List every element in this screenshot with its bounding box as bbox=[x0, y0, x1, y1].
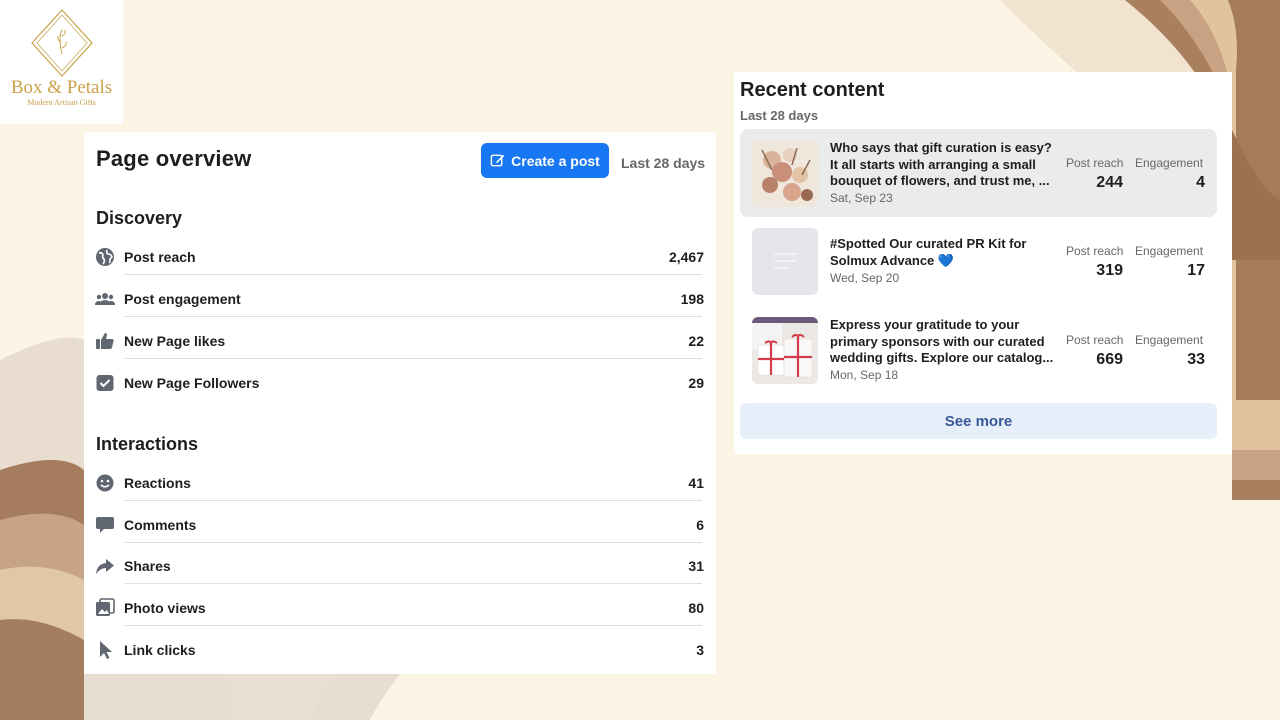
page-overview-card: Page overview Create a post Last 28 days… bbox=[84, 132, 716, 674]
share-arrow-icon bbox=[94, 556, 115, 577]
people-icon bbox=[94, 289, 115, 310]
metric-row-link-clicks[interactable]: Link clicks 3 bbox=[94, 638, 704, 662]
row-divider bbox=[124, 625, 702, 626]
post-thumbnail bbox=[752, 317, 818, 384]
post-reach-header: Post reach bbox=[1066, 244, 1124, 258]
row-divider bbox=[124, 500, 702, 501]
post-row[interactable]: Express your gratitude to your primary s… bbox=[740, 306, 1217, 394]
metric-row-reactions[interactable]: Reactions 41 bbox=[94, 471, 704, 501]
recent-content-card: Recent content Last 28 days Who says tha… bbox=[734, 72, 1232, 454]
metric-row-new-page-likes[interactable]: New Page likes 22 bbox=[94, 329, 704, 359]
discovery-title: Discovery bbox=[96, 208, 183, 228]
create-post-label: Create a post bbox=[511, 152, 600, 169]
row-divider bbox=[124, 358, 702, 359]
metric-row-post-reach[interactable]: Post reach 2,467 bbox=[94, 245, 704, 275]
post-reach-value: 669 bbox=[1096, 351, 1123, 368]
row-divider bbox=[124, 274, 702, 275]
engagement-header: Engagement bbox=[1135, 244, 1204, 258]
followers-check-icon bbox=[94, 373, 115, 394]
globe-icon bbox=[94, 247, 115, 268]
row-divider bbox=[124, 583, 702, 584]
comment-bubble-icon bbox=[94, 515, 115, 536]
metric-label: Comments bbox=[124, 517, 197, 533]
post-row[interactable]: Who says that gift curation is easy? It … bbox=[740, 129, 1217, 217]
interactions-title: Interactions bbox=[96, 434, 199, 454]
photos-icon bbox=[94, 598, 115, 619]
post-thumbnail-placeholder bbox=[752, 228, 818, 295]
create-post-button[interactable]: Create a post bbox=[481, 143, 609, 178]
metric-value: 29 bbox=[688, 375, 704, 391]
post-reach-value: 244 bbox=[1096, 174, 1123, 191]
post-reach-header: Post reach bbox=[1066, 156, 1124, 170]
thumbs-up-icon bbox=[94, 331, 115, 352]
metric-label: Shares bbox=[124, 558, 171, 574]
post-thumbnail bbox=[752, 140, 818, 207]
metric-value: 2,467 bbox=[668, 249, 704, 265]
row-divider bbox=[124, 542, 702, 543]
recent-content-range: Last 28 days bbox=[740, 108, 819, 123]
post-row[interactable]: #Spotted Our curated PR Kit for Solmux A… bbox=[740, 218, 1217, 306]
metric-value: 80 bbox=[688, 600, 704, 616]
engagement-header: Engagement bbox=[1135, 333, 1204, 347]
metric-value: 41 bbox=[688, 475, 704, 491]
metric-row-comments[interactable]: Comments 6 bbox=[94, 513, 704, 543]
metric-row-post-engagement[interactable]: Post engagement 198 bbox=[94, 287, 704, 317]
brand-name: Box & Petals bbox=[10, 77, 113, 98]
post-reach-header: Post reach bbox=[1066, 333, 1124, 347]
post-date: Sat, Sep 23 bbox=[830, 191, 893, 205]
overview-date-range[interactable]: Last 28 days bbox=[621, 155, 705, 171]
metric-value: 3 bbox=[696, 642, 704, 658]
engagement-value: 4 bbox=[1196, 174, 1205, 191]
metric-label: New Page likes bbox=[124, 333, 226, 349]
brand-tagline: Modern Artisan Gifts bbox=[27, 98, 96, 107]
metric-row-new-page-followers[interactable]: New Page Followers 29 bbox=[94, 371, 704, 395]
metric-label: Photo views bbox=[124, 600, 206, 616]
row-divider bbox=[124, 316, 702, 317]
metric-value: 22 bbox=[688, 333, 704, 349]
metric-label: New Page Followers bbox=[124, 375, 260, 391]
metric-label: Post reach bbox=[124, 249, 196, 265]
edit-icon bbox=[490, 154, 505, 167]
engagement-value: 33 bbox=[1187, 351, 1205, 368]
engagement-value: 17 bbox=[1187, 262, 1205, 279]
logo-diamond-icon bbox=[30, 9, 93, 77]
metric-row-photo-views[interactable]: Photo views 80 bbox=[94, 596, 704, 626]
post-text: Express your gratitude to your primary s… bbox=[830, 317, 1054, 365]
engagement-header: Engagement bbox=[1135, 156, 1204, 170]
post-text: Who says that gift curation is easy? It … bbox=[830, 140, 1052, 188]
metric-label: Link clicks bbox=[124, 642, 196, 658]
metric-value: 31 bbox=[688, 558, 704, 574]
metric-label: Post engagement bbox=[124, 291, 241, 307]
metric-value: 6 bbox=[696, 517, 704, 533]
cursor-icon bbox=[94, 640, 115, 661]
post-date: Mon, Sep 18 bbox=[830, 368, 899, 382]
recent-content-title: Recent content bbox=[740, 79, 885, 101]
brand-logo: Box & Petals Modern Artisan Gifts bbox=[0, 0, 123, 124]
metric-label: Reactions bbox=[124, 475, 191, 491]
post-date: Wed, Sep 20 bbox=[830, 271, 900, 285]
metric-value: 198 bbox=[680, 291, 704, 307]
smiley-icon bbox=[94, 473, 115, 494]
post-reach-value: 319 bbox=[1096, 262, 1123, 279]
see-more-button[interactable]: See more bbox=[740, 403, 1217, 439]
metric-row-shares[interactable]: Shares 31 bbox=[94, 554, 704, 584]
page-overview-title: Page overview bbox=[96, 146, 252, 171]
post-text: #Spotted Our curated PR Kit for Solmux A… bbox=[830, 236, 1027, 268]
